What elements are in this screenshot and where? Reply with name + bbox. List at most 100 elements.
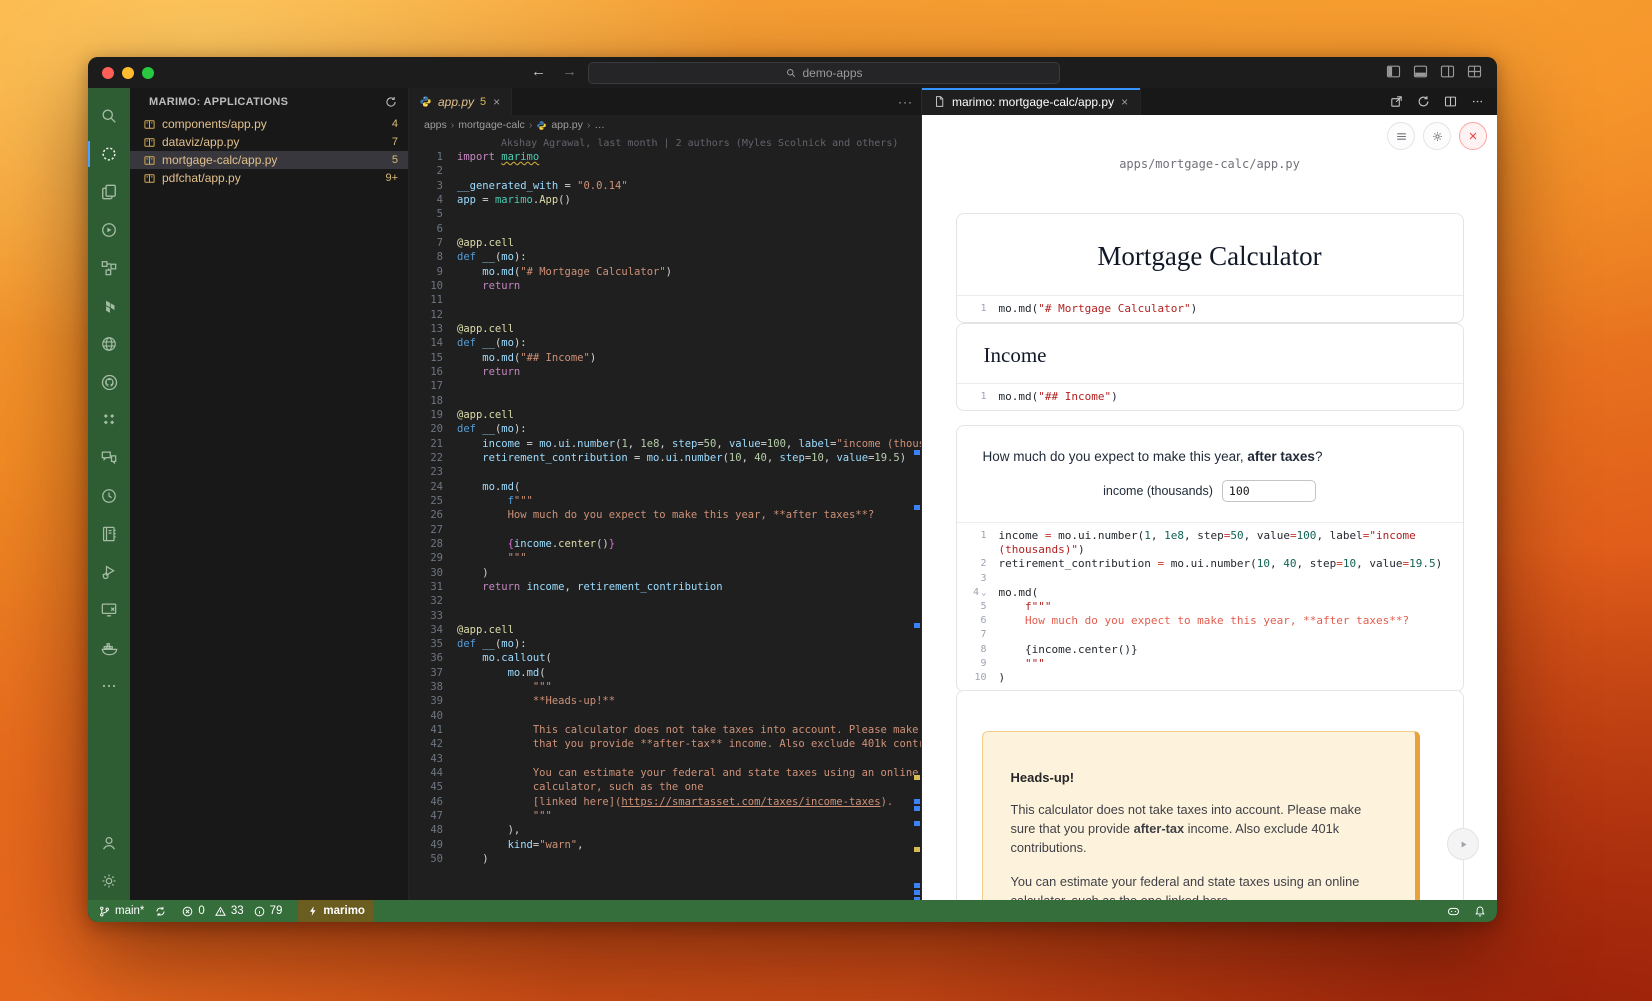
forward-arrow-icon[interactable]: → (562, 63, 577, 80)
code-line: 20def __(mo): (409, 422, 921, 436)
toggle-primary-sidebar-icon[interactable] (1385, 63, 1402, 80)
title-bar: ← → demo-apps (88, 57, 1497, 89)
tab-label: app.py (438, 95, 474, 109)
run-cell-button[interactable] (1447, 828, 1479, 860)
notifications-bell-icon[interactable] (1473, 904, 1487, 918)
toggle-panel-icon[interactable] (1412, 63, 1429, 80)
notebook-icon (143, 172, 156, 185)
cell-card-title[interactable]: Mortgage Calculator 1mo.md("# Mortgage C… (956, 213, 1464, 323)
code-line: 5 (409, 207, 921, 221)
sidebar-item-mortgage-calc-app-py[interactable]: mortgage-calc/app.py 5 (130, 151, 408, 169)
editor-group-webview: marimo: mortgage-calc/app.py × (922, 88, 1497, 900)
minimize-window-button[interactable] (122, 67, 134, 79)
marimo-icon[interactable] (88, 135, 130, 173)
sidebar-item-dataviz-app-py[interactable]: dataviz/app.py 7 (130, 133, 408, 151)
docker-icon[interactable] (88, 629, 130, 667)
back-arrow-icon[interactable]: ← (531, 63, 546, 80)
code-editor[interactable]: Akshay Agrawal, last month | 2 authors (… (409, 135, 921, 900)
comments-icon[interactable] (88, 439, 130, 477)
split-editor-icon[interactable] (1443, 94, 1458, 109)
search-value: demo-apps (802, 66, 862, 80)
more-icon[interactable] (88, 667, 130, 705)
remote-monitor-icon[interactable] (88, 591, 130, 629)
account-icon[interactable] (88, 824, 130, 862)
tab-app-py[interactable]: app.py 5 × (409, 88, 512, 115)
code-line: 4app = marimo.App() (409, 193, 921, 207)
income-input-label: income (thousands) (1103, 484, 1213, 498)
cell-card-income[interactable]: Income 1mo.md("## Income") (956, 323, 1464, 411)
sidebar-item-pdfchat-app-py[interactable]: pdfchat/app.py 9+ (130, 169, 408, 187)
close-tab-icon[interactable]: × (1120, 95, 1129, 109)
github-icon[interactable] (88, 363, 130, 401)
code-line: 7 (957, 628, 1463, 642)
search-icon[interactable] (88, 97, 130, 135)
code-line: 5 f""" (957, 600, 1463, 614)
close-tab-icon[interactable]: × (492, 95, 501, 109)
code-line: 38 """ (409, 680, 921, 694)
cell-code[interactable]: 1mo.md("## Income") (957, 384, 1463, 410)
toggle-secondary-sidebar-icon[interactable] (1439, 63, 1456, 80)
marimo-status-item[interactable]: marimo (298, 900, 374, 922)
shutdown-close-icon[interactable] (1459, 122, 1487, 150)
open-external-icon[interactable] (1389, 94, 1404, 109)
code-line: 4⌄mo.md( (957, 586, 1463, 600)
income-number-input[interactable] (1222, 480, 1316, 502)
code-line: 23 (409, 465, 921, 479)
item-count-badge: 4 (392, 118, 398, 130)
code-line: 21 income = mo.ui.number(1, 1e8, step=50… (409, 437, 921, 451)
marimo-webview: apps/mortgage-calc/app.py Mortgage Calcu… (922, 115, 1497, 900)
sidebar-item-components-app-py[interactable]: components/app.py 4 (130, 115, 408, 133)
menu-icon[interactable] (1387, 122, 1415, 150)
notebook-icon (143, 118, 156, 131)
code-line: 35def __(mo): (409, 637, 921, 651)
overview-ruler (914, 135, 920, 900)
terraform-icon[interactable] (88, 287, 130, 325)
breadcrumb-symbol[interactable]: … (594, 119, 605, 131)
code-line: 2retirement_contribution = mo.ui.number(… (957, 557, 1463, 571)
tab-problem-badge: 5 (480, 96, 486, 108)
refresh-icon[interactable] (1416, 94, 1431, 109)
editor-group-code: app.py 5 × ··· apps› mortgage-calc› app.… (409, 88, 922, 900)
zoom-window-button[interactable] (142, 67, 154, 79)
symbols-icon[interactable] (88, 249, 130, 287)
notebook-icon[interactable] (88, 515, 130, 553)
cell-card-callout[interactable]: Heads-up! This calculator does not take … (956, 690, 1464, 900)
breadcrumb-mortgage-calc[interactable]: mortgage-calc (458, 119, 525, 131)
copilot-icon[interactable] (1446, 904, 1461, 919)
cell-code[interactable]: 1mo.md("# Mortgage Calculator") (957, 296, 1463, 322)
breadcrumb-file[interactable]: app.py (551, 119, 583, 131)
refresh-icon[interactable] (384, 95, 398, 109)
copy-files-icon[interactable] (88, 173, 130, 211)
run-circle-icon[interactable] (88, 211, 130, 249)
breadcrumb-apps[interactable]: apps (424, 119, 447, 131)
git-branch-status[interactable]: main* (98, 905, 167, 918)
command-center-search[interactable]: demo-apps (588, 62, 1060, 84)
breadcrumb[interactable]: apps› mortgage-calc› app.py› … (409, 115, 921, 135)
test-run-icon[interactable] (88, 553, 130, 591)
history-icon[interactable] (88, 477, 130, 515)
more-actions-icon[interactable] (1470, 94, 1485, 109)
code-line: (thousands)") (957, 543, 1463, 557)
code-line: 37 mo.md( (409, 666, 921, 680)
diamonds-icon[interactable] (88, 401, 130, 439)
code-line: 30 ) (409, 566, 921, 580)
settings-gear-icon[interactable] (88, 862, 130, 900)
code-line: 39 **Heads-up!** (409, 694, 921, 708)
cell-card-income-form[interactable]: How much do you expect to make this year… (956, 425, 1464, 692)
cell-code[interactable]: 1income = mo.ui.number(1, 1e8, step=50, … (957, 523, 1463, 691)
file-icon (933, 95, 946, 108)
callout-heading: Heads-up! (1011, 770, 1387, 785)
code-line: 15 mo.md("## Income") (409, 351, 921, 365)
globe-icon[interactable] (88, 325, 130, 363)
tab-marimo-webview[interactable]: marimo: mortgage-calc/app.py × (922, 88, 1141, 115)
bolt-icon (307, 905, 319, 917)
sync-icon[interactable] (154, 905, 167, 918)
callout-paragraph-2: You can estimate your federal and state … (1011, 872, 1387, 900)
close-window-button[interactable] (102, 67, 114, 79)
settings-gear-icon[interactable] (1423, 122, 1451, 150)
problems-status[interactable]: 0 33 79 (181, 905, 282, 918)
customize-layout-icon[interactable] (1466, 63, 1483, 80)
app-file-path: apps/mortgage-calc/app.py (922, 157, 1497, 171)
more-actions-icon[interactable]: ··· (898, 88, 913, 115)
callout-paragraph-1: This calculator does not take taxes into… (1011, 800, 1387, 857)
